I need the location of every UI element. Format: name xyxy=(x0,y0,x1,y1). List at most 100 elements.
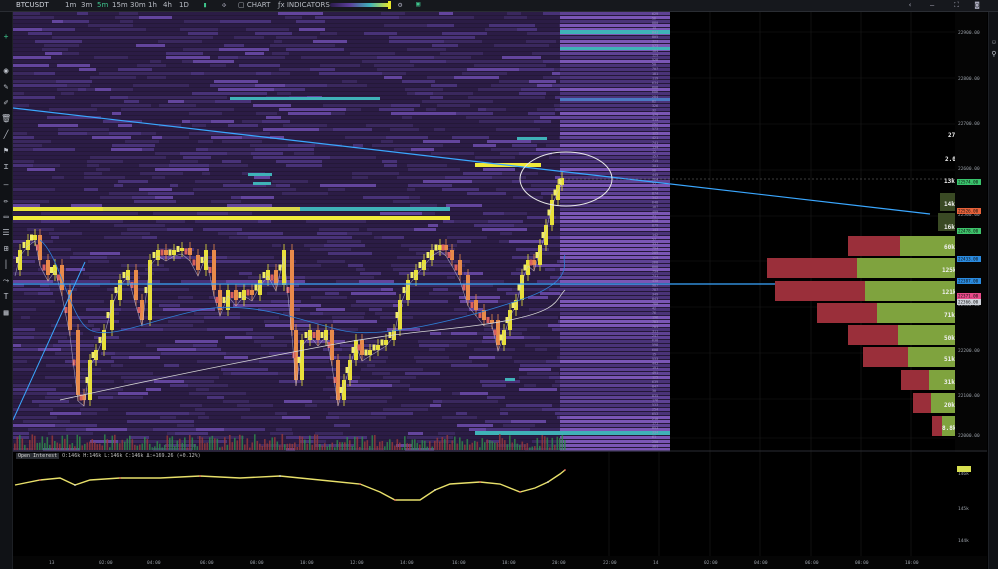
heatmap-cell xyxy=(283,232,317,235)
heatmap-cell xyxy=(189,412,205,415)
heatmap-cell xyxy=(477,416,494,419)
heatmap-cell xyxy=(538,172,556,175)
heatmap-cell xyxy=(557,356,560,359)
heatmap-cell xyxy=(77,288,107,291)
heatmap-cell xyxy=(531,140,548,143)
trendline-icon[interactable]: ╱ xyxy=(1,130,11,140)
crosshair-icon[interactable]: + xyxy=(1,32,11,42)
slider-settings-icon[interactable]: ⚙ xyxy=(398,1,402,9)
heatmap-cell xyxy=(13,36,32,39)
symbol-label[interactable]: BTCUSDT xyxy=(16,1,49,9)
candle-body xyxy=(246,289,250,296)
heatmap-cell xyxy=(125,176,152,179)
timeframe-1h[interactable]: 1h xyxy=(148,1,157,9)
heatmap-cell xyxy=(233,244,272,247)
heatmap-cell xyxy=(360,112,376,115)
heatmap-cell xyxy=(13,20,21,23)
ladder-value: 608 xyxy=(652,348,658,352)
brush-icon[interactable]: ✐ xyxy=(1,98,11,108)
fullscreen-icon[interactable]: ⛶ xyxy=(954,1,959,10)
slider-handle[interactable] xyxy=(388,1,391,9)
heatmap-cell xyxy=(47,392,75,395)
brush-tool-icon[interactable]: ✏ xyxy=(1,196,11,206)
path-icon[interactable]: ⤳ xyxy=(1,276,11,286)
minimize-icon[interactable]: – xyxy=(930,1,934,9)
timeframe-4h[interactable]: 4h xyxy=(163,1,172,9)
heatmap-cell xyxy=(211,156,253,159)
volume-bar xyxy=(286,443,289,450)
heatmap-cell xyxy=(73,312,108,315)
camera-icon[interactable]: ◙ xyxy=(975,1,979,9)
heatmap-cell xyxy=(88,108,97,111)
eye-icon[interactable]: ◉ xyxy=(1,66,11,76)
trash-icon[interactable]: 🗑 xyxy=(1,114,11,124)
heatmap-cell xyxy=(442,416,477,419)
user-icon[interactable]: ⚇ xyxy=(989,38,998,46)
timeframe-1d[interactable]: 1D xyxy=(179,1,189,9)
volume-bar xyxy=(124,441,126,450)
heatmap-cell xyxy=(176,44,187,47)
grid-icon[interactable]: ⊞ xyxy=(1,244,11,254)
heatmap-cell xyxy=(210,84,228,87)
heatmap-cell xyxy=(246,392,265,395)
volume-bar xyxy=(336,440,339,450)
heatmap-cell xyxy=(218,340,254,343)
heatmap-cell xyxy=(264,36,276,39)
candle-body xyxy=(441,244,445,251)
timeframe-15m[interactable]: 15m xyxy=(112,1,128,9)
heatmap-cell xyxy=(295,80,308,83)
ladder-value: 30 xyxy=(652,389,656,393)
heatmap-cell xyxy=(384,412,413,415)
heatmap-cell xyxy=(41,212,87,215)
layout-icon[interactable]: ▣ xyxy=(416,0,420,8)
timeframe-5m[interactable]: 5m xyxy=(97,1,108,9)
heatmap-intensity-slider[interactable] xyxy=(330,3,390,7)
text-icon[interactable]: T xyxy=(1,292,11,302)
heatmap-cell xyxy=(288,112,331,115)
heatmap-cell xyxy=(73,252,90,255)
timeframe-1m[interactable]: 1m xyxy=(65,1,76,9)
heatmap-cell xyxy=(301,32,320,35)
heatmap-cell xyxy=(176,416,198,419)
open-interest-title[interactable]: Open Interest xyxy=(16,453,60,459)
heatmap-cell xyxy=(477,48,510,51)
chart-type-icon[interactable]: ▮ xyxy=(203,1,207,9)
heatmap-cell xyxy=(154,148,196,151)
oi-axis-label: 144k xyxy=(958,538,969,544)
heatmap-cell xyxy=(375,76,384,79)
volume-bar xyxy=(479,447,481,450)
timeframe-30m[interactable]: 30m xyxy=(130,1,146,9)
heatmap-cell xyxy=(142,32,151,35)
timeframe-3m[interactable]: 3m xyxy=(81,1,92,9)
vertical-line-icon[interactable]: │ xyxy=(1,260,11,270)
heatmap-cell xyxy=(540,128,560,131)
volume-bar xyxy=(161,447,164,450)
horizontal-line-icon[interactable]: — xyxy=(1,180,11,190)
rectangle-icon[interactable]: ▭ xyxy=(1,212,11,222)
heatmap-cell xyxy=(255,320,264,323)
chart-button[interactable]: ▢ CHART xyxy=(238,1,270,9)
heatmap-cell xyxy=(334,424,350,427)
heatmap-cell xyxy=(479,200,504,203)
chart-canvas[interactable]: 6295688015841805323573104129528507071811… xyxy=(13,12,987,569)
heatmap-cell xyxy=(386,416,398,419)
chevron-left-icon[interactable]: ‹ xyxy=(908,1,912,9)
heatmap-cell xyxy=(110,168,123,171)
pencil-icon[interactable]: ✎ xyxy=(1,82,11,92)
heatmap-cell xyxy=(384,276,405,279)
indicators-button[interactable]: ƒx INDICATORS xyxy=(278,1,330,9)
volume-bar xyxy=(194,443,196,450)
settings-icon[interactable]: ✣ xyxy=(222,1,226,9)
fib-icon[interactable]: ☰ xyxy=(1,228,11,238)
volume-bar xyxy=(314,434,316,450)
table-icon[interactable]: ▦ xyxy=(1,308,11,318)
heatmap-cell xyxy=(374,200,393,203)
heatmap-cell xyxy=(64,176,84,179)
heatmap-cell xyxy=(261,24,293,27)
flag-icon[interactable]: ⚑ xyxy=(1,146,11,156)
heatmap-cell xyxy=(217,408,250,411)
heatmap-cell xyxy=(305,88,314,91)
ruler-icon[interactable]: ⌶ xyxy=(1,162,11,172)
heatmap-cell xyxy=(304,408,329,411)
alert-icon[interactable]: ⚲ xyxy=(989,50,998,58)
